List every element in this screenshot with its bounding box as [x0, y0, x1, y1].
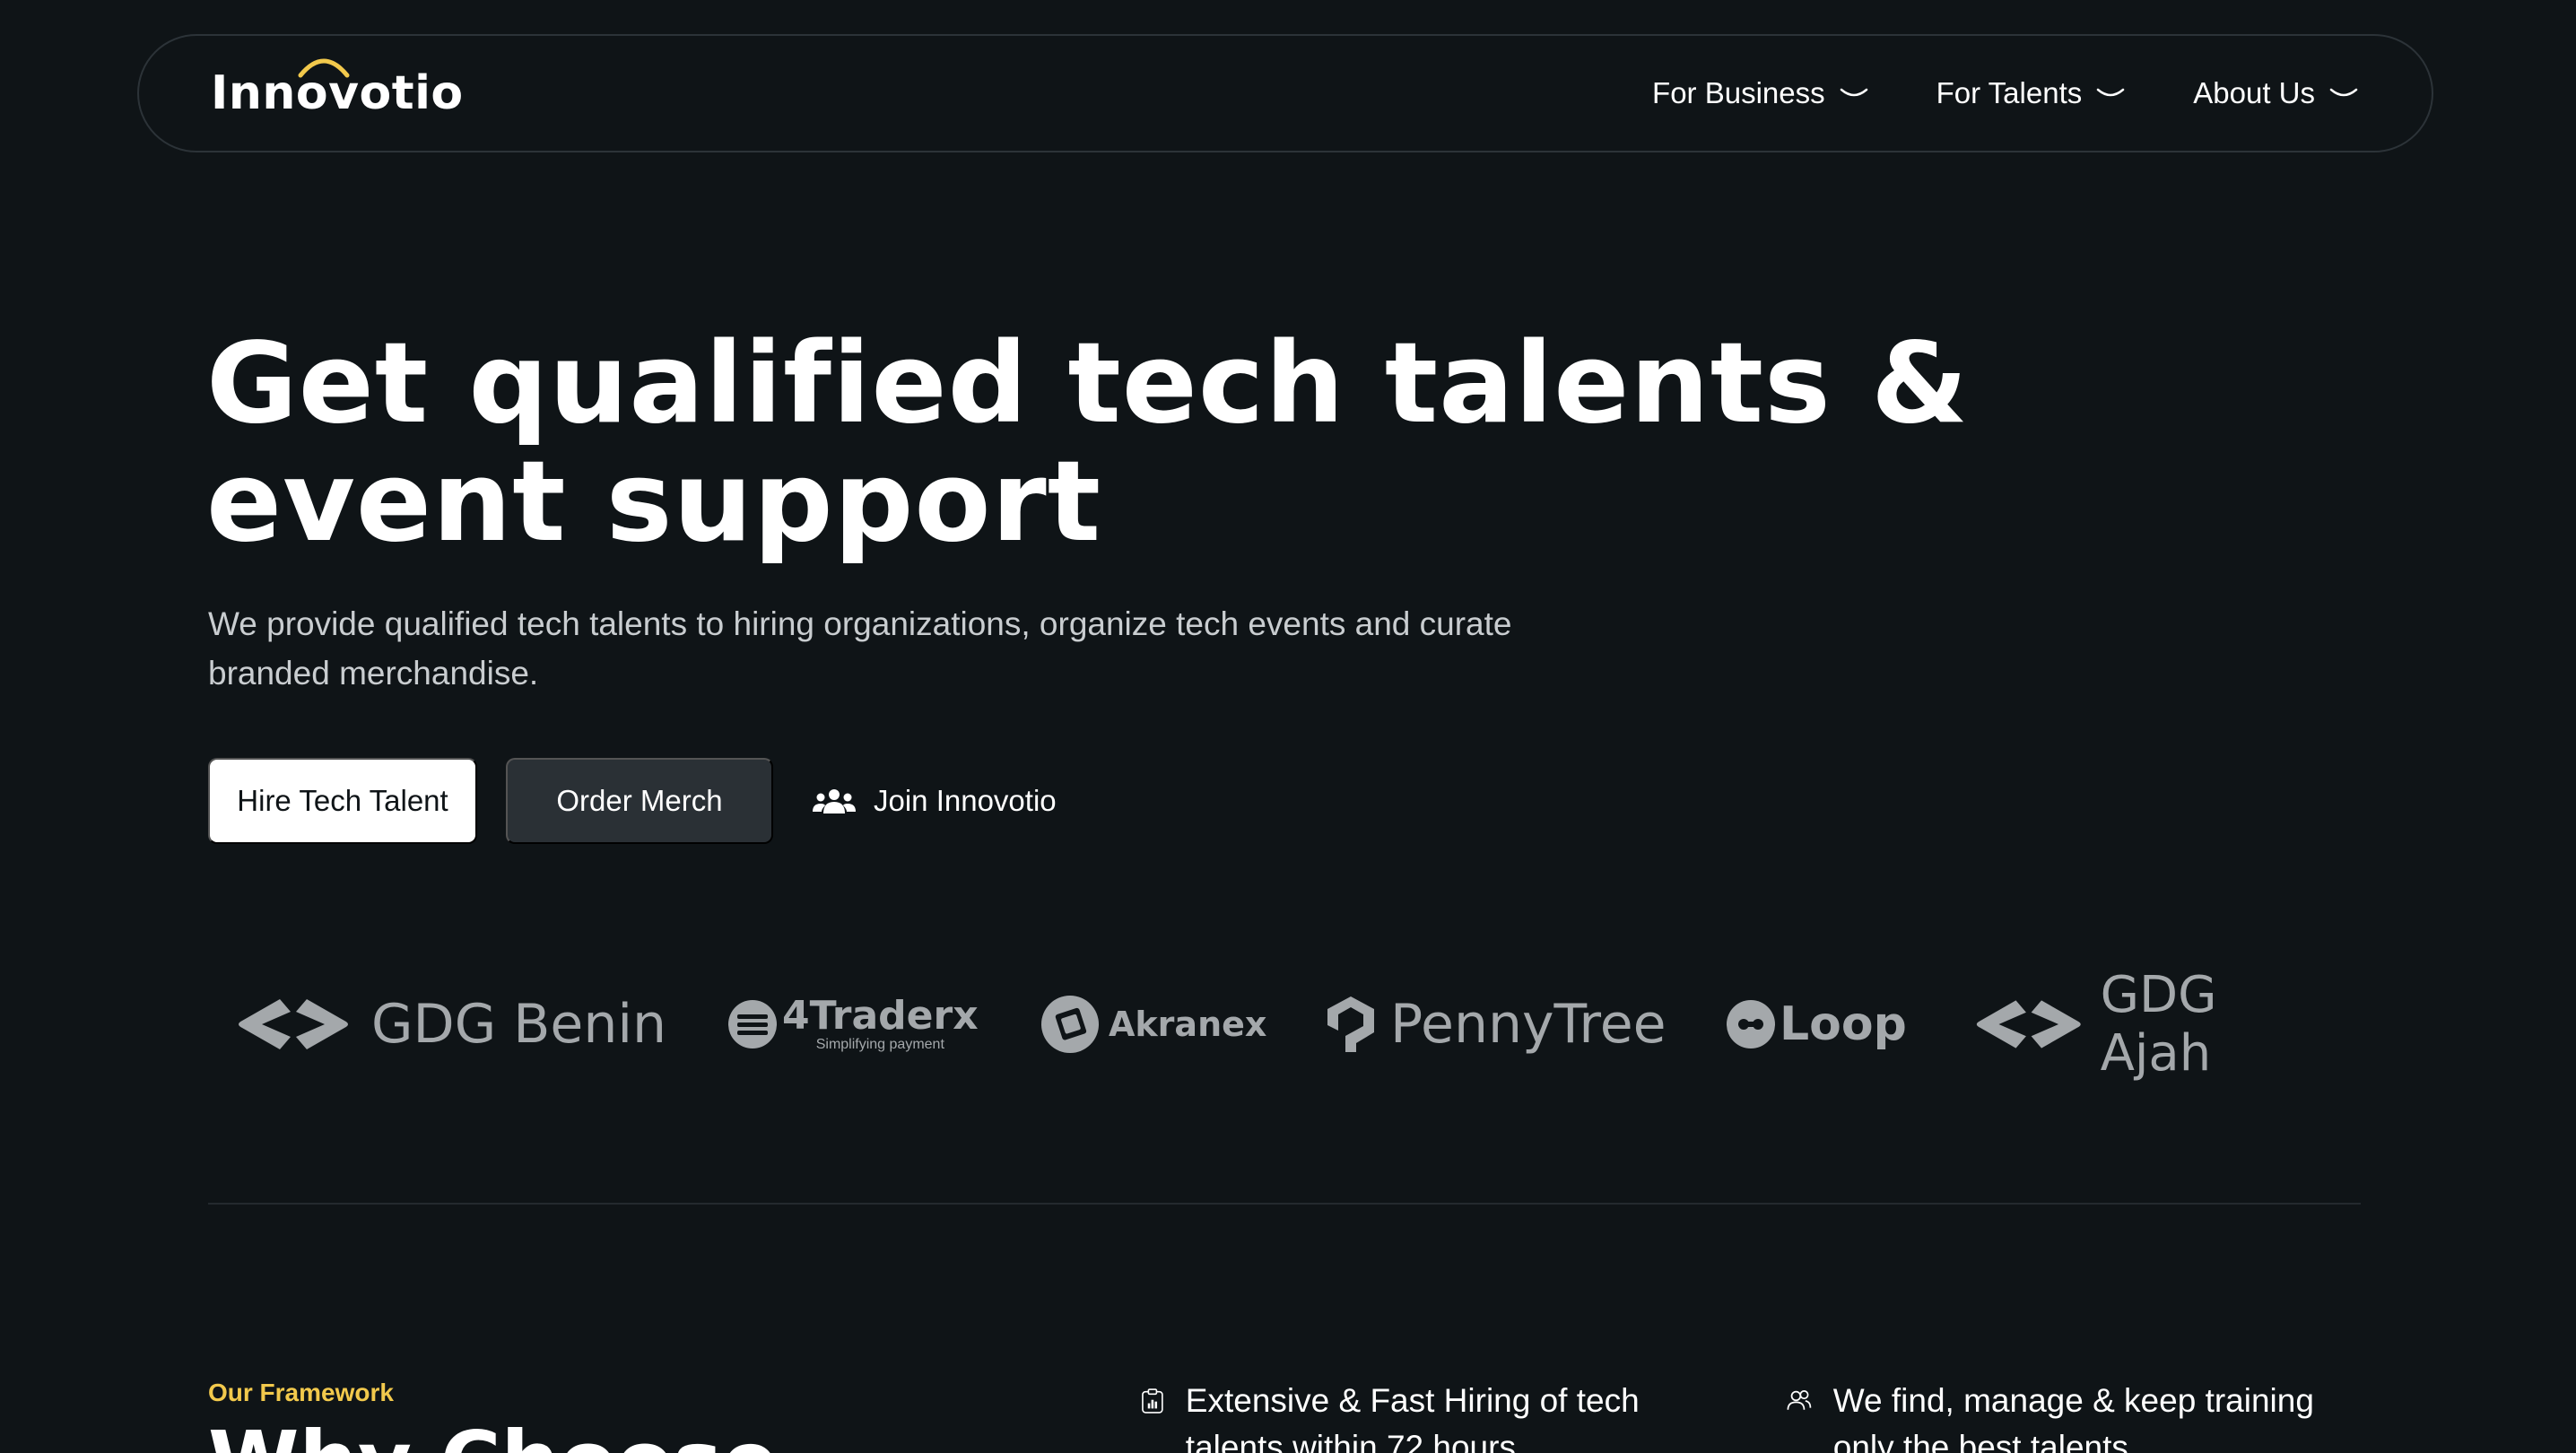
users-icon: [1787, 1390, 1812, 1410]
nav-for-talents[interactable]: For Talents: [1936, 76, 2126, 110]
section-divider: [208, 1203, 2361, 1205]
hero-title: Get qualified tech talents & event suppo…: [206, 325, 2000, 561]
feature-talent-training-text: We find, manage & keep training only the…: [1832, 1382, 2314, 1453]
hero-subtitle: We provide qualified tech talents to hir…: [208, 605, 1512, 692]
traderx-mark-icon: [728, 1000, 777, 1048]
loop-text: Loop: [1780, 997, 1907, 1051]
nav-about-us-label: About Us: [2193, 76, 2315, 109]
loop-mark-icon: [1727, 1000, 1775, 1048]
partner-logos: GDG Benin 4Traderx Simplifying payment A…: [235, 966, 2343, 1083]
gdg-chevrons-icon: [1976, 1000, 2081, 1048]
page: Innovotio For Business For Talents About…: [0, 0, 2576, 1453]
join-innovotio-link[interactable]: Join Innovotio: [802, 784, 1057, 818]
partner-4traderx: 4Traderx Simplifying payment: [727, 987, 979, 1062]
gdg-benin-text: GDG Benin: [371, 993, 667, 1056]
chevron-down-icon: [2329, 88, 2358, 97]
partner-gdg-benin: GDG Benin: [235, 987, 666, 1062]
partner-pennytree: PennyTree: [1326, 987, 1667, 1062]
akranex-mark-icon: [1041, 996, 1099, 1053]
people-group-icon: [813, 789, 856, 814]
traderx-tagline: Simplifying payment: [815, 1037, 944, 1052]
hire-tech-talent-button[interactable]: Hire Tech Talent: [208, 758, 477, 844]
feature-fast-hiring: Extensive & Fast Hiring of tech talents …: [1141, 1378, 1697, 1453]
hero-title-line-1: Get qualified tech talents &: [206, 319, 1970, 448]
akranex-text: Akranex: [1109, 1005, 1267, 1044]
nav-for-business[interactable]: For Business: [1652, 76, 1868, 110]
framework-title: Why Choose: [208, 1413, 779, 1453]
main-nav: For Business For Talents About Us: [1652, 76, 2358, 110]
partner-akranex: Akranex: [1040, 987, 1266, 1062]
chevron-down-icon: [1840, 88, 1867, 97]
logo-arc-icon: [298, 58, 350, 78]
join-innovotio-label: Join Innovotio: [874, 784, 1057, 817]
nav-for-talents-label: For Talents: [1936, 76, 2083, 109]
feature-talent-training: We find, manage & keep training only the…: [1787, 1378, 2379, 1453]
traderx-wordmark: 4Traderx Simplifying payment: [782, 996, 979, 1052]
framework-eyebrow: Our Framework: [208, 1379, 394, 1406]
order-merch-button[interactable]: Order Merch: [506, 758, 773, 844]
chevron-down-icon: [2097, 88, 2125, 97]
nav-about-us[interactable]: About Us: [2193, 76, 2358, 110]
partner-gdg-ajah: GDG Ajah: [1973, 966, 2343, 1083]
navbar: Innovotio For Business For Talents About…: [137, 34, 2433, 152]
gdg-ajah-text: GDG Ajah: [2100, 966, 2217, 1083]
hero-actions: Hire Tech Talent Order Merch Join Innovo…: [208, 758, 1057, 844]
pennytree-text: PennyTree: [1390, 993, 1667, 1056]
clipboard-chart-icon: [1142, 1388, 1163, 1414]
nav-for-business-label: For Business: [1652, 76, 1825, 109]
brand-logo[interactable]: Innovotio: [211, 58, 464, 120]
hero-title-line-2: event support: [206, 438, 1101, 567]
feature-fast-hiring-text: Extensive & Fast Hiring of tech talents …: [1185, 1382, 1640, 1453]
partner-loop: Loop: [1726, 987, 1907, 1062]
traderx-text: 4Traderx: [782, 993, 979, 1039]
pennytree-mark-icon: [1327, 996, 1374, 1052]
gdg-chevrons-icon: [239, 999, 348, 1049]
